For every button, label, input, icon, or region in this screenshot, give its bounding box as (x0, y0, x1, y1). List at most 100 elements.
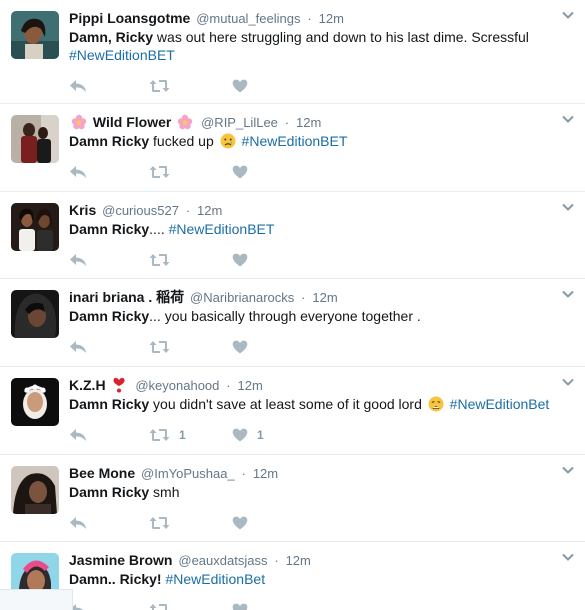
retweet-button[interactable] (149, 337, 179, 357)
tweet-actions (69, 158, 565, 188)
tweet-text-body: ... you basically through everyone toget… (149, 308, 421, 324)
tweet-text-bold: Damn Ricky (69, 396, 150, 412)
tweet[interactable]: Kris @curious527 · 12m Damn Ricky.... #N… (0, 192, 585, 279)
like-button[interactable]: 1 (232, 425, 264, 445)
like-button[interactable] (232, 76, 257, 96)
retweet-icon (149, 603, 170, 610)
like-button[interactable] (232, 162, 257, 182)
retweet-button[interactable] (149, 600, 179, 610)
reply-icon (69, 428, 87, 442)
reply-icon (69, 79, 87, 93)
avatar[interactable] (11, 290, 59, 338)
tweet-username[interactable]: @keyonahood (135, 378, 219, 393)
tweet-timestamp[interactable]: 12m (253, 466, 278, 481)
tweet-text: Damn Ricky smh (69, 483, 565, 501)
tweet-username[interactable]: @eauxdatsjass (178, 553, 267, 568)
hashtag-link[interactable]: #NewEditionBet (165, 571, 265, 587)
tweet-text-bold: Damn Ricky (69, 484, 150, 500)
tweet-text-body: fucked up (149, 133, 214, 149)
tweet-timestamp[interactable]: 12m (238, 378, 263, 393)
heart-icon (232, 603, 248, 610)
retweet-button[interactable] (149, 162, 179, 182)
reply-button[interactable] (69, 162, 87, 182)
blossom-emoji-icon (71, 114, 87, 130)
tweet-actions (69, 72, 565, 102)
tweet-fullname[interactable]: Kris (69, 202, 96, 218)
tweet[interactable]: Wild Flower @RIP_LilLee · 12m Damn Ricky… (0, 104, 585, 192)
avatar[interactable] (11, 466, 59, 514)
chevron-down-icon[interactable] (561, 375, 575, 389)
separator-dot: · (241, 466, 246, 481)
reply-button[interactable] (69, 76, 87, 96)
avatar[interactable] (11, 11, 59, 59)
reply-icon (69, 340, 87, 354)
tweet-text-body: smh (149, 484, 180, 500)
tweet-fullname[interactable]: Pippi Loansgotme (69, 10, 190, 26)
retweet-button[interactable] (149, 76, 179, 96)
tweet[interactable]: Pippi Loansgotme @mutual_feelings · 12m … (0, 0, 585, 104)
avatar[interactable] (11, 378, 59, 426)
reply-button[interactable] (69, 513, 87, 533)
tweet-timestamp[interactable]: 12m (319, 11, 344, 26)
reply-button[interactable] (69, 425, 87, 445)
tweet-fullname[interactable]: inari briana . 稲荷 (69, 289, 184, 305)
tweet-username[interactable]: @curious527 (102, 203, 179, 218)
separator-dot: · (226, 378, 231, 393)
chevron-down-icon[interactable] (561, 200, 575, 214)
retweet-button[interactable] (149, 250, 179, 270)
tweet[interactable]: Bee Mone @ImYoPushaa_ · 12m Damn Ricky s… (0, 455, 585, 542)
like-button[interactable] (232, 513, 257, 533)
tweet-text-body: you didn't save at least some of it good… (149, 396, 422, 412)
heart-exclamation-emoji-icon (111, 377, 127, 393)
tweet-username[interactable]: @mutual_feelings (196, 11, 300, 26)
reply-button[interactable] (69, 250, 87, 270)
like-button[interactable] (232, 250, 257, 270)
tweet-timestamp[interactable]: 12m (296, 115, 321, 130)
tweet-fullname[interactable]: Bee Mone (69, 465, 135, 481)
tweet-text-body: was out here struggling and down to his … (153, 29, 529, 45)
tweet-fullname[interactable]: Jasmine Brown (69, 552, 172, 568)
chevron-down-icon[interactable] (561, 463, 575, 477)
hashtag-link[interactable]: #NewEditionBET (242, 133, 348, 149)
retweet-button[interactable]: 1 (149, 425, 186, 445)
tweet-actions: 1 1 (69, 421, 565, 451)
separator-dot: · (284, 115, 290, 130)
like-button[interactable] (232, 600, 257, 610)
hashtag-link[interactable]: #NewEditionBet (450, 396, 550, 412)
chevron-down-icon[interactable] (561, 550, 575, 564)
tweet-timestamp[interactable]: 12m (312, 290, 337, 305)
tweet-text-bold: Damn, Ricky (69, 29, 154, 45)
separator-dot: · (185, 203, 191, 218)
tweet[interactable]: inari briana . 稲荷 @Naribrianarocks · 12m… (0, 279, 585, 367)
heart-icon (232, 428, 248, 442)
tweet[interactable]: Jasmine Brown @eauxdatsjass · 12m Damn..… (0, 542, 585, 610)
avatar[interactable] (11, 115, 59, 163)
chevron-down-icon[interactable] (561, 287, 575, 301)
tweet-fullname[interactable]: Wild Flower (93, 114, 171, 130)
reply-button[interactable] (69, 337, 87, 357)
tweet-username[interactable]: @Naribrianarocks (190, 290, 294, 305)
retweet-icon (149, 165, 170, 179)
retweet-icon (149, 253, 170, 267)
tweet-fullname[interactable]: K.Z.H (69, 377, 106, 393)
heart-icon (232, 516, 248, 530)
tweet-text: Damn, Ricky was out here struggling and … (69, 28, 565, 64)
tweet-timestamp[interactable]: 12m (286, 553, 311, 568)
avatar[interactable] (11, 203, 59, 251)
chevron-down-icon[interactable] (561, 112, 575, 126)
hashtag-link[interactable]: #NewEditionBET (69, 47, 175, 63)
weary-face-emoji-icon (428, 396, 444, 412)
retweet-button[interactable] (149, 513, 179, 533)
tweet-username[interactable]: @RIP_LilLee (201, 115, 278, 130)
like-button[interactable] (232, 337, 257, 357)
tweet-username[interactable]: @ImYoPushaa_ (141, 466, 235, 481)
tweet-text: Damn Ricky fucked up #NewEditionBET (69, 132, 565, 150)
tweet-actions (69, 509, 565, 539)
tweet-actions (69, 596, 565, 610)
tweet[interactable]: K.Z.H @keyonahood · 12m Damn Ricky you d… (0, 367, 585, 455)
hashtag-link[interactable]: #NewEditionBET (169, 221, 275, 237)
chevron-down-icon[interactable] (561, 8, 575, 22)
tweet-timestamp[interactable]: 12m (197, 203, 222, 218)
tweet-timeline: Pippi Loansgotme @mutual_feelings · 12m … (0, 0, 585, 610)
page-corner-panel (0, 589, 73, 610)
